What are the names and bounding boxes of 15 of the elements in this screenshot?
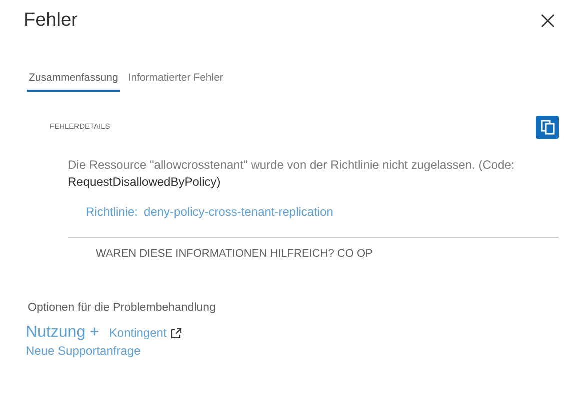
panel-title: Fehler xyxy=(24,10,78,32)
options-heading: Optionen für die Problembehandlung xyxy=(28,302,217,314)
copy-icon xyxy=(540,120,554,135)
copy-button[interactable] xyxy=(536,116,559,139)
external-link-icon xyxy=(170,328,182,338)
tab[interactable]: Informatierter Fehler xyxy=(126,70,226,92)
usage-link[interactable]: Nutzung + xyxy=(26,324,100,342)
error-message: Die Ressource "allowcrosstenant" wurde von der Richtlinie nicht zugelassen. (Code: RequestDisallowedByPolicy) xyxy=(68,157,516,191)
tab[interactable]: Zusammenfassung xyxy=(27,70,120,92)
close-icon xyxy=(541,14,555,28)
policy-link[interactable]: deny-policy-cross-tenant-replication xyxy=(144,205,334,219)
feedback-prompt: WAREN DIESE INFORMATIONEN HILFREICH? CO OP xyxy=(96,248,374,260)
usage-link[interactable]: Kontingent xyxy=(109,326,167,340)
policy-label: Richtlinie: xyxy=(86,205,138,219)
support-link[interactable]: Neue Supportanfrage xyxy=(26,344,559,358)
